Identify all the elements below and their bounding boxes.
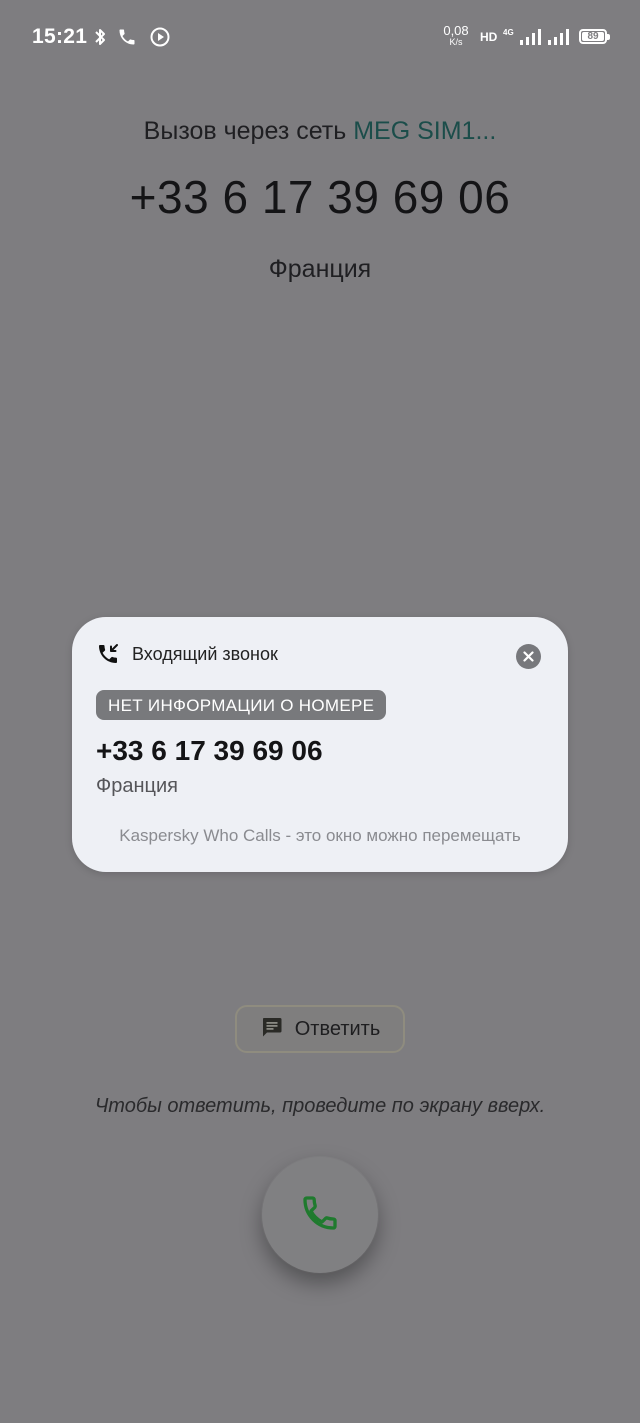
- network-speed-unit: K/s: [449, 37, 463, 47]
- answer-phone-icon: [300, 1193, 340, 1238]
- play-circle-icon: [149, 26, 171, 48]
- reply-message-button[interactable]: Ответить: [235, 1005, 405, 1053]
- card-footer-note: Kaspersky Who Calls - это окно можно пер…: [119, 826, 521, 845]
- reply-label: Ответить: [294, 1017, 381, 1040]
- network-speed: 0,08 K/s: [441, 24, 471, 47]
- answer-call-button[interactable]: [262, 1157, 378, 1273]
- kaspersky-caller-card[interactable]: Входящий звонок НЕТ ИНФОРМАЦИИ О НОМЕРЕ …: [72, 617, 568, 872]
- caller-country: Франция: [268, 255, 372, 283]
- phone-icon: [116, 26, 138, 48]
- card-title: Входящий звонок: [132, 644, 278, 664]
- network-type-label: 4G: [503, 28, 514, 37]
- battery-level: 89: [582, 32, 604, 42]
- caller-number: +33 6 17 39 69 06: [129, 171, 511, 223]
- status-bar: 15:21 0,08 K/s HD 4G 89: [0, 0, 640, 76]
- swipe-hint: Чтобы ответить, проведите по экрану ввер…: [94, 1095, 546, 1117]
- bluetooth-icon: [93, 26, 107, 48]
- no-info-badge: НЕТ ИНФОРМАЦИИ О НОМЕРЕ: [96, 690, 387, 720]
- incoming-call-icon: [96, 642, 120, 666]
- call-via-prefix: Вызов через сеть: [143, 117, 354, 145]
- sim-name: MEG SIM1...: [353, 117, 497, 145]
- network-speed-value: 0,08: [443, 23, 469, 38]
- call-via-network: Вызов через сеть MEG SIM1...: [0, 117, 640, 146]
- signal-icon-sim2: [547, 26, 571, 48]
- card-country: Франция: [96, 775, 178, 797]
- card-number: +33 6 17 39 69 06: [96, 735, 323, 766]
- hd-voice-label: HD: [480, 30, 498, 44]
- battery-icon: 89: [579, 29, 610, 44]
- message-icon: [260, 1015, 284, 1044]
- close-icon[interactable]: [516, 644, 541, 669]
- signal-icon: [519, 26, 543, 48]
- status-time: 15:21: [32, 25, 88, 48]
